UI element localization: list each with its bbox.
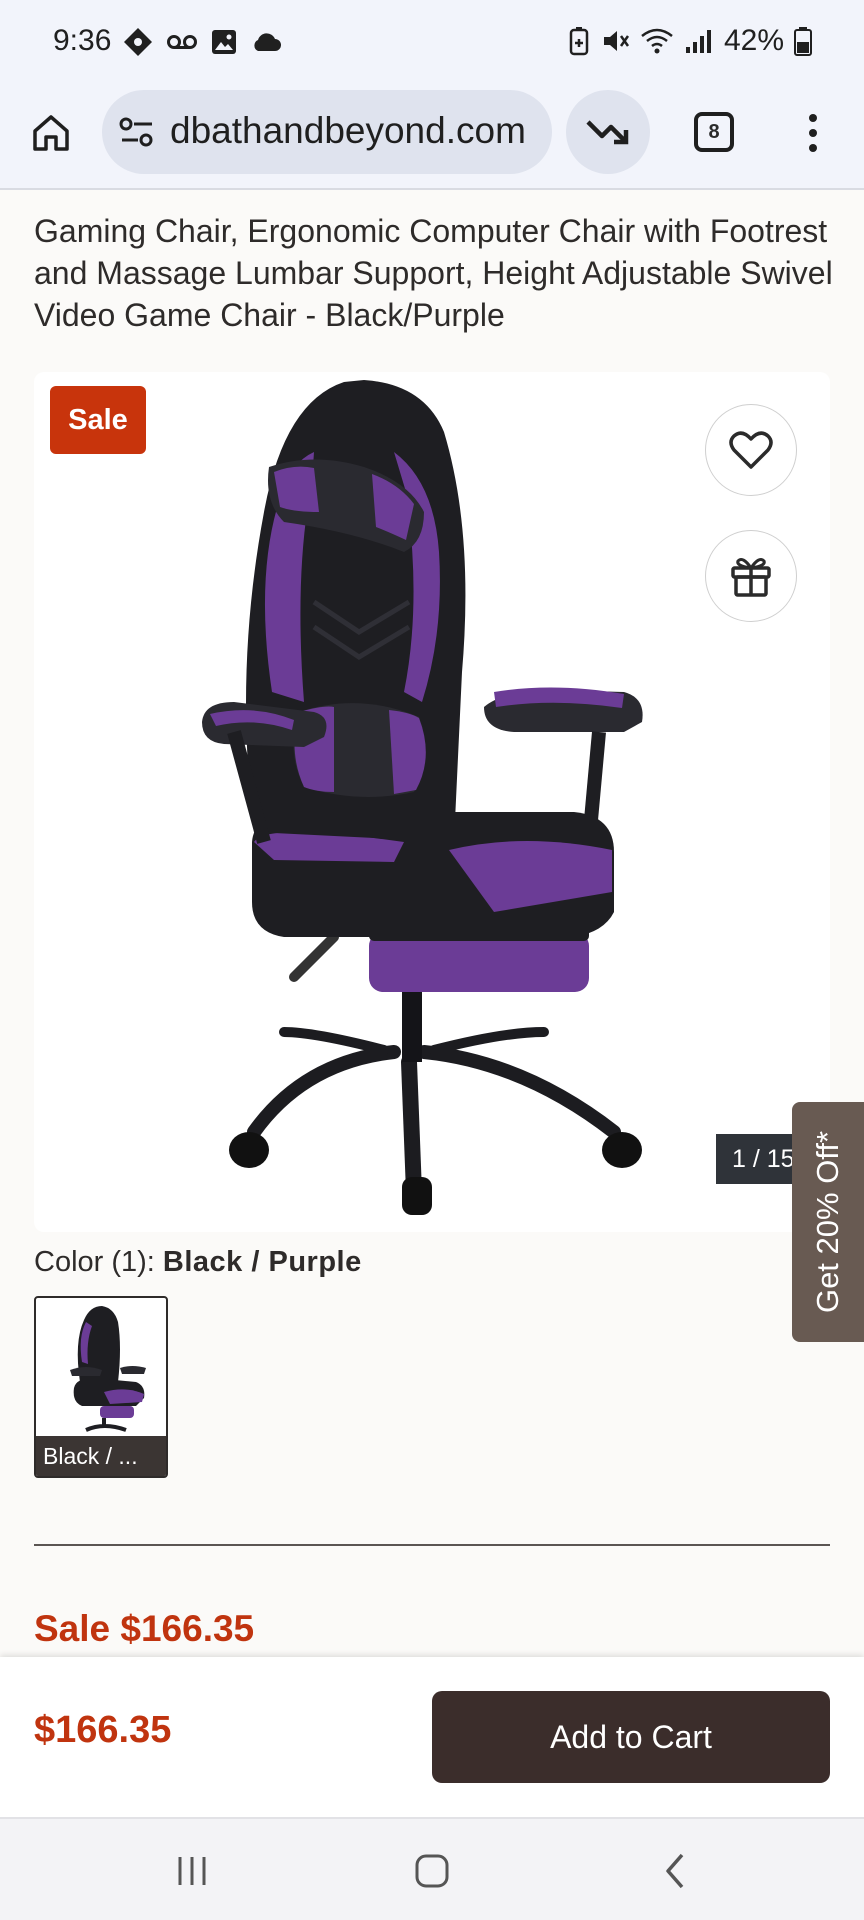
overflow-menu-button[interactable]: [798, 108, 828, 158]
home-icon: [33, 115, 69, 151]
status-left-icons: [122, 26, 282, 58]
color-label-prefix: Color (1):: [34, 1246, 163, 1278]
wifi-icon: [641, 28, 673, 54]
dot-icon: [809, 129, 817, 137]
discount-promo-tab[interactable]: Get 20% Off*: [792, 1102, 864, 1342]
recent-apps-icon: [178, 1857, 206, 1885]
site-settings-icon[interactable]: [118, 112, 156, 152]
product-image[interactable]: [194, 372, 714, 1232]
swatch-thumbnail: [70, 1306, 146, 1432]
image-icon: [212, 30, 236, 54]
status-bar: 9:36 42%: [0, 0, 864, 86]
product-image-gallery[interactable]: Sale 1 / 15: [34, 372, 830, 1232]
gift-icon: [731, 558, 771, 597]
voicemail-icon: [167, 35, 197, 49]
gift-registry-button[interactable]: [705, 530, 797, 622]
battery-percent: 42%: [723, 24, 784, 57]
back-button[interactable]: [646, 1849, 706, 1893]
home-nav-button[interactable]: [402, 1849, 462, 1893]
sticky-cart-bar: $166.35 Add to Cart: [0, 1657, 864, 1817]
recent-apps-button[interactable]: [162, 1849, 222, 1893]
color-swatch-black-purple[interactable]: Black / ...: [34, 1296, 168, 1478]
url-text: dbathandbeyond.com: [170, 110, 526, 151]
product-title: Gaming Chair, Ergonomic Computer Chair w…: [34, 213, 833, 333]
shop-tag-icon: [124, 28, 152, 56]
home-button[interactable]: [26, 108, 76, 158]
selected-color-name: Black / Purple: [162, 1246, 362, 1278]
dot-icon: [809, 114, 817, 122]
status-time: 9:36: [53, 24, 112, 57]
add-to-favorites-button[interactable]: [705, 404, 797, 496]
mute-icon: [603, 31, 629, 51]
home-nav-icon: [415, 1854, 449, 1888]
sale-price: Sale $166.35: [34, 1608, 255, 1649]
signal-icon: [685, 30, 711, 53]
add-to-cart-button[interactable]: Add to Cart: [432, 1691, 830, 1783]
sale-badge: Sale: [50, 386, 146, 454]
back-icon: [666, 1853, 684, 1889]
divider: [34, 1544, 830, 1546]
system-navigation-bar: [0, 1817, 864, 1920]
address-bar[interactable]: dbathandbeyond.com: [102, 90, 552, 174]
status-right-icons: 42%: [568, 24, 812, 58]
browser-toolbar: dbathandbeyond.com 8: [0, 86, 864, 190]
tab-count: 8: [708, 120, 720, 143]
color-selector-label: Color (1): Black / Purple: [34, 1246, 362, 1279]
dot-icon: [809, 144, 817, 152]
heart-icon: [729, 431, 773, 469]
sticky-price: $166.35: [34, 1709, 172, 1751]
battery-saver-icon: [569, 27, 589, 56]
cloud-icon: [254, 33, 281, 51]
battery-icon: [794, 27, 812, 56]
swatch-caption: Black / ...: [36, 1436, 166, 1476]
trending-down-icon: [586, 120, 629, 145]
tab-switcher-button[interactable]: 8: [694, 112, 734, 152]
price-tracking-button[interactable]: [566, 90, 650, 174]
discount-promo-label: Get 20% Off*: [810, 1130, 845, 1314]
